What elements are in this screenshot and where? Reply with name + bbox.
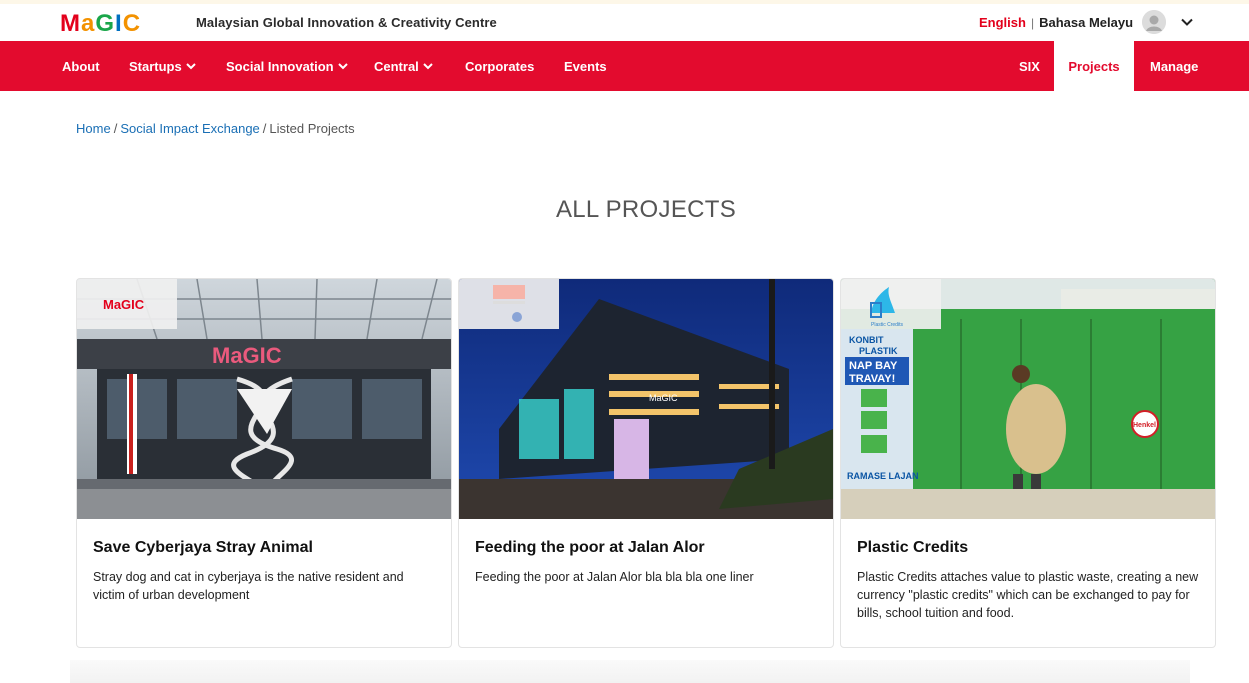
chevron-down-icon[interactable] xyxy=(1180,15,1194,29)
lang-separator: | xyxy=(1030,15,1035,30)
svg-text:RAMASE LAJAN: RAMASE LAJAN xyxy=(847,471,919,481)
language-switcher: English | Bahasa Melayu xyxy=(979,15,1133,30)
svg-text:KONBIT: KONBIT xyxy=(849,335,884,345)
project-title[interactable]: Save Cyberjaya Stray Animal xyxy=(93,539,313,557)
breadcrumb-social-impact[interactable]: Social Impact Exchange xyxy=(120,121,259,136)
project-thumbnail: MaGIC xyxy=(77,279,177,329)
svg-text:TRAVAY!: TRAVAY! xyxy=(849,373,895,385)
site-name: Malaysian Global Innovation & Creativity… xyxy=(196,15,497,30)
nav-manage[interactable]: Manage xyxy=(1150,41,1198,91)
nav-startups-label: Startups xyxy=(129,58,182,74)
project-card[interactable]: MaGIC Feeding the poor at Jalan Alor Fee… xyxy=(458,278,834,648)
project-title[interactable]: Feeding the poor at Jalan Alor xyxy=(475,539,705,557)
project-description: Feeding the poor at Jalan Alor bla bla b… xyxy=(475,570,754,584)
main-nav: About Startups Social Innovation Central… xyxy=(0,41,1249,91)
nav-about[interactable]: About xyxy=(62,41,100,91)
chevron-down-icon xyxy=(186,63,196,70)
nav-projects[interactable]: Projects xyxy=(1054,41,1134,91)
chevron-down-icon xyxy=(337,63,348,70)
svg-text:MaGIC: MaGIC xyxy=(103,297,145,312)
breadcrumb: Home / Social Impact Exchange / Listed Proje… xyxy=(76,121,355,136)
nav-social-innovation[interactable]: Social Innovation xyxy=(226,41,348,91)
magic-logo-icon: MaGIC xyxy=(60,11,141,35)
nav-corporates-label: Corporates xyxy=(465,58,535,74)
chevron-down-icon xyxy=(423,63,433,70)
nav-manage-label: Manage xyxy=(1150,58,1199,74)
svg-text:Henkel: Henkel xyxy=(1133,422,1156,429)
nav-six-label: SIX xyxy=(1019,58,1040,74)
nav-events-label: Events xyxy=(564,58,607,74)
nav-six[interactable]: SIX xyxy=(1019,41,1040,91)
nav-central-label: Central xyxy=(374,58,419,74)
magic-logo[interactable]: MaGIC xyxy=(60,11,180,35)
lang-english[interactable]: English xyxy=(979,15,1026,30)
svg-text:MaGIC: MaGIC xyxy=(60,11,141,35)
project-image: MaGIC xyxy=(459,279,833,519)
project-image: KONBIT PLASTIK NAP BAY TRAVAY! RAMASE LA… xyxy=(841,279,1215,519)
project-image: MaGIC MaGIC xyxy=(77,279,451,519)
nav-about-label: About xyxy=(62,58,100,74)
user-avatar-icon[interactable] xyxy=(1142,10,1166,34)
breadcrumb-home[interactable]: Home xyxy=(76,121,111,136)
project-card[interactable]: KONBIT PLASTIK NAP BAY TRAVAY! RAMASE LA… xyxy=(840,278,1216,648)
breadcrumb-current: Listed Projects xyxy=(269,121,355,136)
nav-startups[interactable]: Startups xyxy=(129,41,196,91)
lang-malay[interactable]: Bahasa Melayu xyxy=(1039,15,1133,30)
page-title: ALL PROJECTS xyxy=(555,196,737,223)
nav-central[interactable]: Central xyxy=(374,41,433,91)
svg-text:MaGIC: MaGIC xyxy=(212,343,282,368)
next-section-shadow xyxy=(70,660,1190,683)
nav-events[interactable]: Events xyxy=(564,41,607,91)
svg-text:MaGIC: MaGIC xyxy=(649,393,678,403)
svg-text:NAP BAY: NAP BAY xyxy=(849,360,898,372)
project-title[interactable]: Plastic Credits xyxy=(857,539,968,557)
project-description: Plastic Credits attaches value to plasti… xyxy=(857,570,1199,620)
project-card[interactable]: MaGIC MaGIC Save Cyberjaya Stray Animal … xyxy=(76,278,452,648)
project-thumbnail: Plastic Credits xyxy=(841,279,941,329)
svg-text:PLASTIK: PLASTIK xyxy=(859,346,898,356)
nav-projects-label: Projects xyxy=(1068,58,1120,74)
breadcrumb-separator: / xyxy=(262,121,267,136)
nav-corporates[interactable]: Corporates xyxy=(465,41,534,91)
svg-text:Plastic Credits: Plastic Credits xyxy=(871,322,903,328)
site-header: MaGIC Malaysian Global Innovation & Crea… xyxy=(0,4,1249,41)
project-description: Stray dog and cat in cyberjaya is the na… xyxy=(93,570,404,602)
breadcrumb-separator: / xyxy=(113,121,118,136)
project-thumbnail xyxy=(459,279,559,329)
nav-social-innovation-label: Social Innovation xyxy=(226,58,334,74)
